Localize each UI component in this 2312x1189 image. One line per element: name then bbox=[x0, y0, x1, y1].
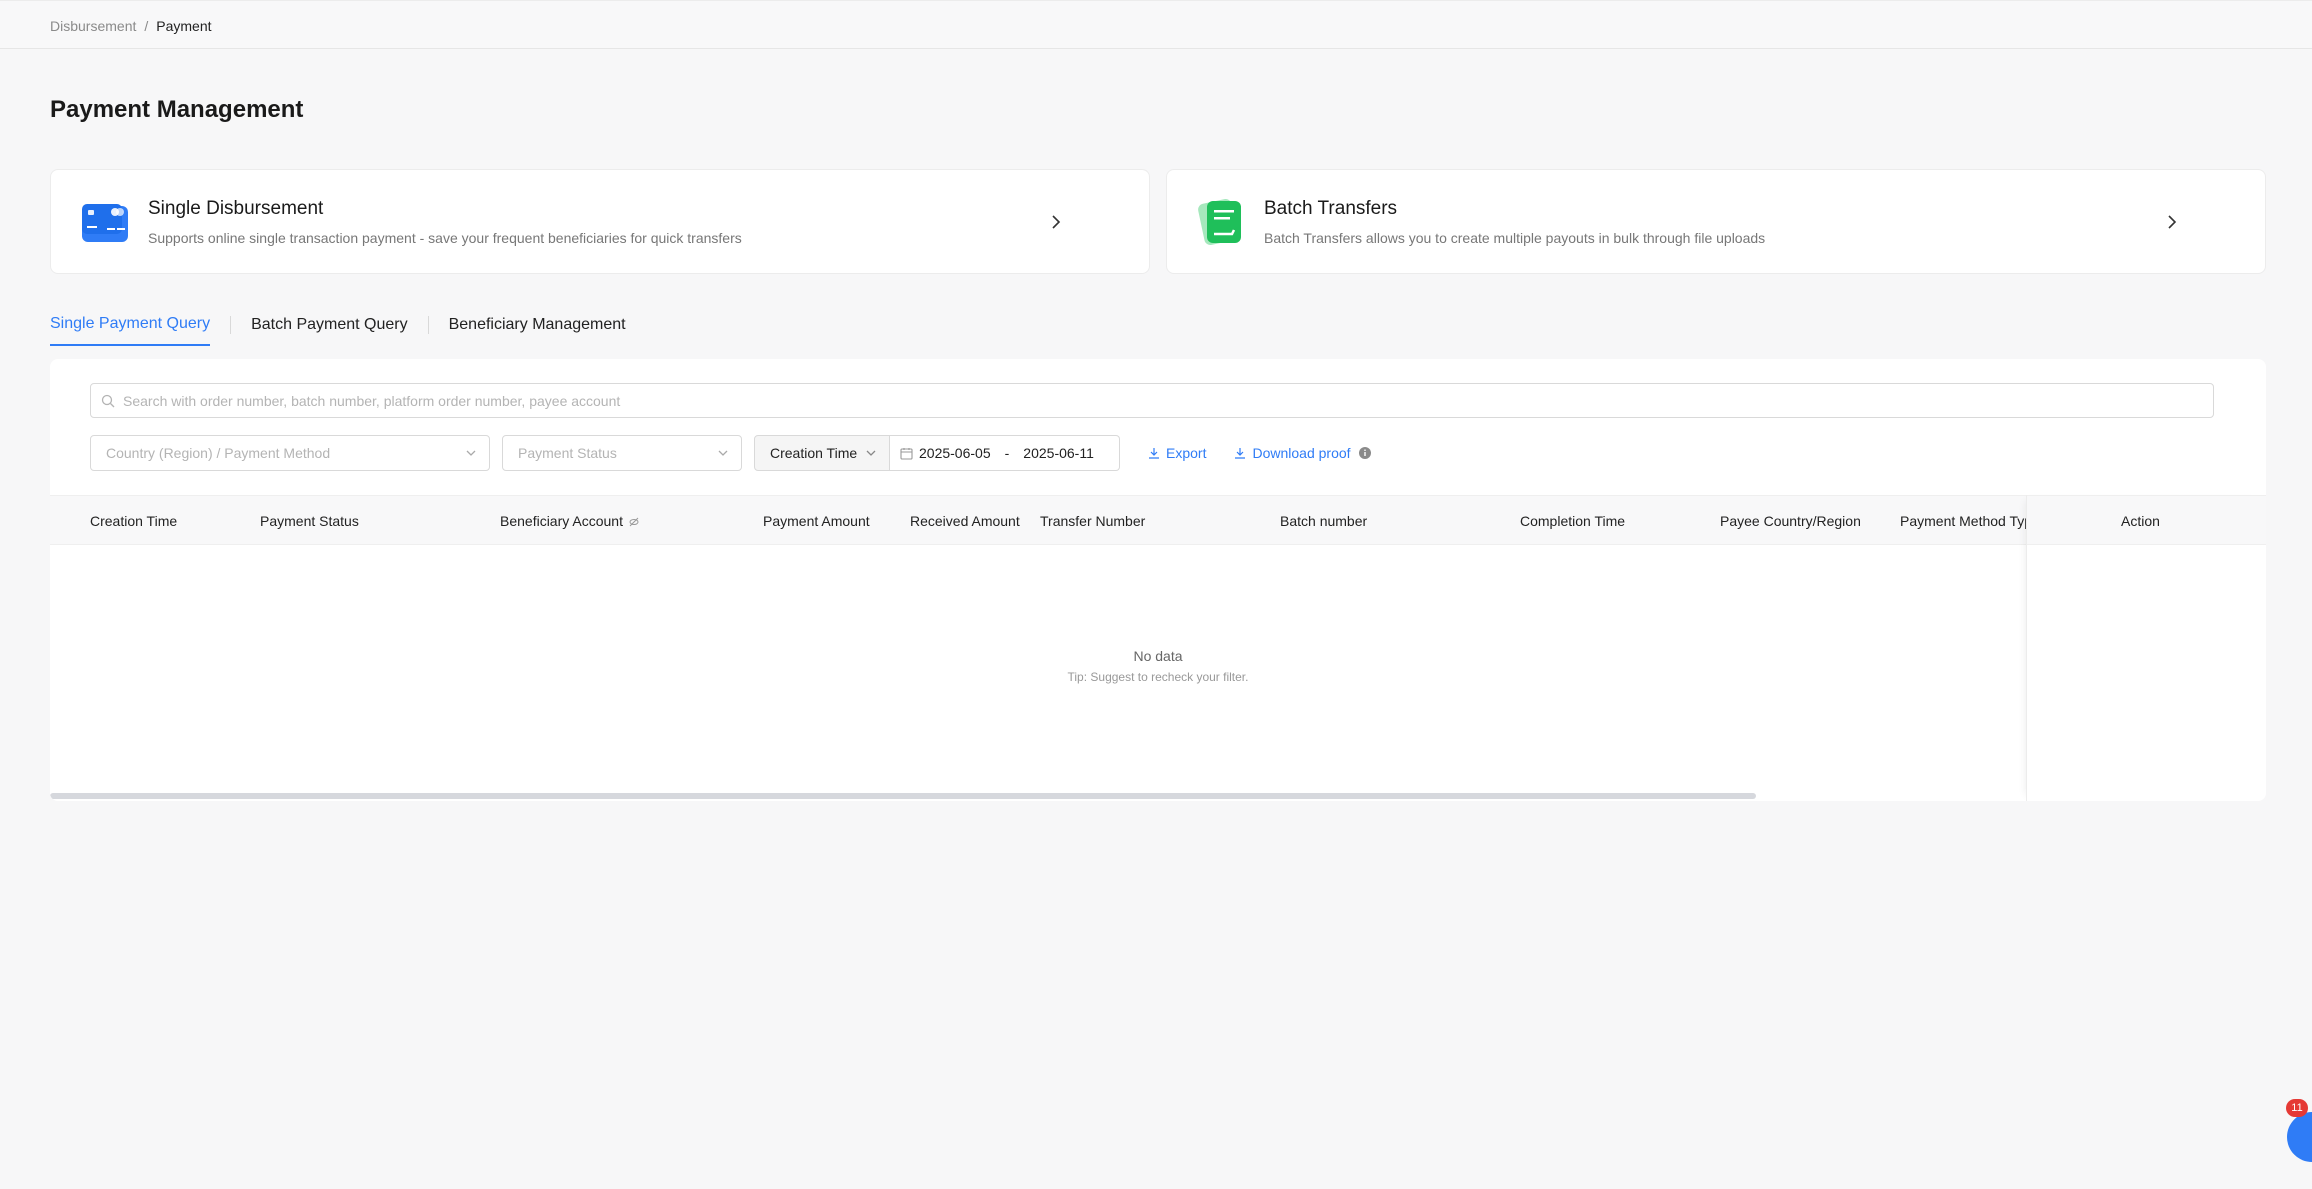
page-title: Payment Management bbox=[50, 96, 304, 123]
tab-beneficiary-management[interactable]: Beneficiary Management bbox=[449, 316, 626, 345]
horizontal-scrollbar[interactable] bbox=[50, 793, 1756, 799]
tab-divider bbox=[230, 316, 232, 334]
single-disbursement-card[interactable]: Single Disbursement Supports online sing… bbox=[50, 169, 1150, 274]
column-header-beneficiary-account: Beneficiary Account bbox=[500, 513, 639, 529]
calendar-icon bbox=[900, 447, 913, 460]
payment-status-select[interactable]: Payment Status bbox=[502, 435, 742, 471]
date-type-select[interactable]: Creation Time bbox=[754, 435, 890, 471]
column-header: Transfer Number bbox=[1040, 513, 1146, 529]
tab-single-payment-query[interactable]: Single Payment Query bbox=[50, 315, 211, 346]
download-proof-label: Download proof bbox=[1252, 445, 1351, 461]
chevron-right-icon bbox=[2168, 214, 2177, 229]
column-header: Payment Status bbox=[260, 513, 359, 529]
select-placeholder: Country (Region) / Payment Method bbox=[106, 445, 331, 461]
column-header: Payee Country/Region bbox=[1720, 513, 1861, 529]
empty-title: No data bbox=[1133, 648, 1183, 664]
top-bar: Disbursement / Payment bbox=[0, 0, 2312, 49]
country-payment-method-select[interactable]: Country (Region) / Payment Method bbox=[90, 435, 490, 471]
card-title: Single Disbursement bbox=[148, 197, 324, 219]
breadcrumb: Disbursement / Payment bbox=[50, 18, 212, 34]
column-header: Received Amount bbox=[910, 513, 1020, 529]
breadcrumb-current: Payment bbox=[156, 18, 212, 34]
column-header: Batch number bbox=[1280, 513, 1368, 529]
eye-off-icon[interactable] bbox=[629, 517, 639, 527]
date-range-picker[interactable]: 2025-06-05 - 2025-06-11 bbox=[890, 435, 1120, 471]
download-icon bbox=[1149, 448, 1159, 459]
download-proof-button[interactable]: Download proof bbox=[1234, 445, 1351, 461]
chevron-down-icon bbox=[866, 450, 876, 456]
notification-badge: 11 bbox=[2286, 1099, 2308, 1117]
chat-support-button[interactable] bbox=[2287, 1112, 2312, 1162]
column-header: Action bbox=[2121, 513, 2160, 529]
date-type-label: Creation Time bbox=[770, 445, 858, 461]
credit-card-icon bbox=[79, 196, 131, 248]
card-title: Batch Transfers bbox=[1264, 197, 1398, 219]
column-header: Completion Time bbox=[1520, 513, 1626, 529]
breadcrumb-separator: / bbox=[144, 18, 149, 34]
empty-state: No data Tip: Suggest to recheck your fil… bbox=[50, 648, 2266, 684]
query-tabs: Single Payment Query Batch Payment Query… bbox=[50, 313, 626, 347]
date-filter: Creation Time 2025-06-05 - 2025-06-11 bbox=[754, 435, 1120, 471]
date-from: 2025-06-05 bbox=[919, 445, 991, 461]
filter-bar: Country (Region) / Payment Method Paymen… bbox=[90, 435, 1371, 471]
card-description: Batch Transfers allows you to create mul… bbox=[1264, 229, 1766, 246]
card-description: Supports online single transaction payme… bbox=[148, 229, 742, 246]
query-panel: Country (Region) / Payment Method Paymen… bbox=[50, 359, 2266, 801]
document-stack-icon bbox=[1195, 196, 1247, 248]
payments-table: Creation Time Payment Status Beneficiary… bbox=[50, 495, 2266, 801]
action-column-header: Action bbox=[2027, 495, 2266, 545]
empty-tip: Tip: Suggest to recheck your filter. bbox=[1067, 670, 1249, 684]
action-column: Action bbox=[2026, 495, 2266, 801]
tab-batch-payment-query[interactable]: Batch Payment Query bbox=[251, 316, 408, 345]
chevron-down-icon bbox=[718, 450, 728, 456]
batch-transfers-card[interactable]: Batch Transfers Batch Transfers allows y… bbox=[1166, 169, 2266, 274]
tab-divider bbox=[427, 316, 429, 334]
search-icon bbox=[101, 394, 115, 407]
chevron-right-icon bbox=[1052, 214, 1061, 229]
search-box bbox=[90, 383, 2214, 418]
column-header: Payment Method Typ bbox=[1900, 513, 2026, 529]
column-header: Creation Time bbox=[90, 513, 178, 529]
date-separator: - bbox=[1004, 445, 1010, 461]
info-icon[interactable] bbox=[1358, 447, 1371, 459]
export-button[interactable]: Export bbox=[1148, 445, 1206, 461]
column-header: Payment Amount bbox=[763, 513, 870, 529]
search-input[interactable] bbox=[123, 392, 2213, 409]
breadcrumb-parent[interactable]: Disbursement bbox=[50, 18, 136, 34]
select-placeholder: Payment Status bbox=[518, 445, 617, 461]
date-to: 2025-06-11 bbox=[1023, 445, 1094, 461]
chevron-down-icon bbox=[466, 450, 476, 456]
export-label: Export bbox=[1166, 445, 1207, 461]
download-icon bbox=[1235, 448, 1246, 459]
table-header: Creation Time Payment Status Beneficiary… bbox=[50, 495, 2266, 545]
